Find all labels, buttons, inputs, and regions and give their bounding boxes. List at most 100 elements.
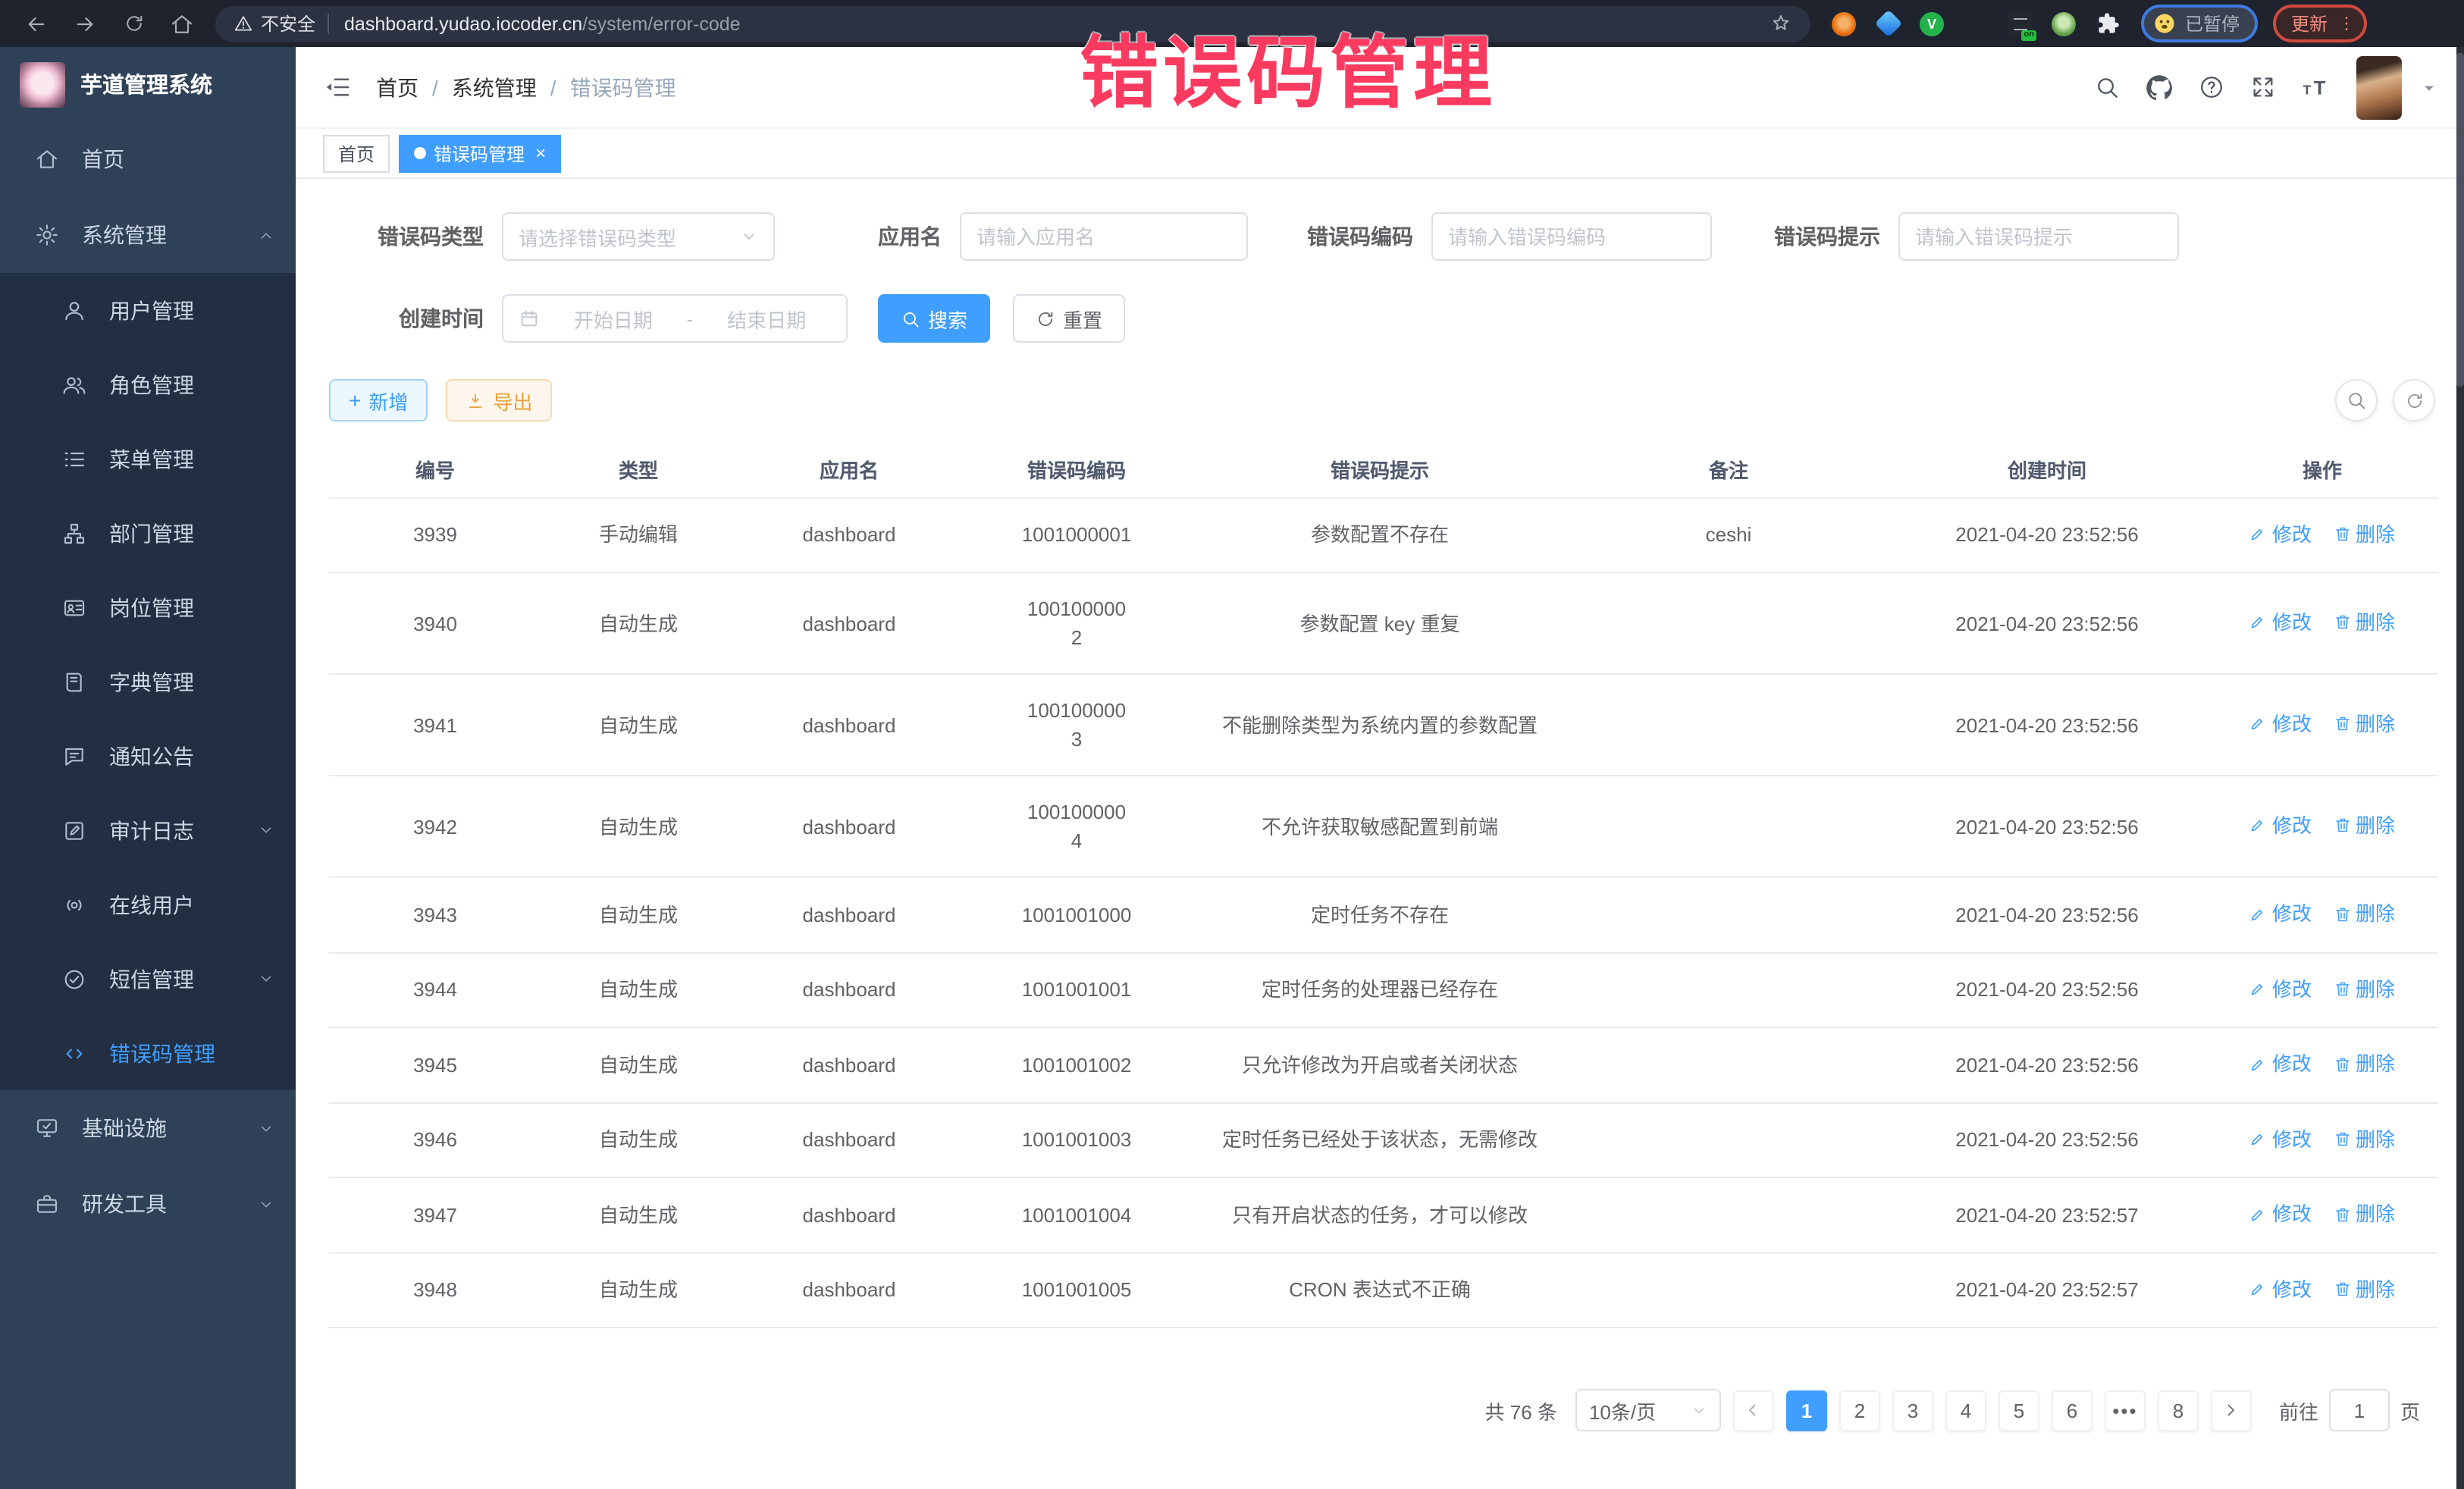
edit-link[interactable]: 修改 bbox=[2249, 608, 2312, 637]
edit-link[interactable]: 修改 bbox=[2249, 1049, 2312, 1078]
sidebar-item-infrastructure[interactable]: 基础设施 bbox=[0, 1090, 296, 1166]
github-icon[interactable] bbox=[2146, 74, 2173, 101]
bookmark-star-icon[interactable] bbox=[1770, 12, 1792, 35]
error-type-select[interactable]: 请选择错误码类型 bbox=[502, 212, 775, 261]
page-button-1[interactable]: 1 bbox=[1786, 1390, 1827, 1431]
extension-grid-icon[interactable] bbox=[1964, 11, 1988, 36]
table-row: 3942自动生成dashboard100100000 4不允许获取敏感配置到前端… bbox=[329, 776, 2438, 877]
sidebar-item-dept-management[interactable]: 部门管理 bbox=[0, 496, 296, 570]
tag-error-code-management[interactable]: 错误码管理× bbox=[399, 134, 561, 172]
sidebar-item-error-code-management[interactable]: 错误码管理 bbox=[0, 1016, 296, 1090]
date-range-picker[interactable]: 开始日期 - 结束日期 bbox=[502, 294, 848, 343]
edit-link[interactable]: 修改 bbox=[2249, 974, 2312, 1003]
export-button[interactable]: 导出 bbox=[446, 379, 552, 422]
extension-gem-icon[interactable] bbox=[1876, 11, 1900, 36]
user-avatar[interactable] bbox=[2356, 55, 2402, 119]
delete-link[interactable]: 删除 bbox=[2333, 1049, 2395, 1078]
forward-icon bbox=[73, 11, 97, 36]
next-page-button[interactable] bbox=[2211, 1390, 2252, 1431]
sidebar-item-post-management[interactable]: 岗位管理 bbox=[0, 570, 296, 644]
extension-onoff-icon[interactable]: on bbox=[2008, 11, 2032, 36]
app-name-input[interactable] bbox=[960, 212, 1248, 261]
browser-forward-icon[interactable] bbox=[67, 5, 103, 42]
toggle-search-button[interactable] bbox=[2335, 379, 2378, 422]
delete-link[interactable]: 删除 bbox=[2333, 1199, 2395, 1228]
extension-green-v-icon[interactable]: V bbox=[1920, 11, 1944, 36]
prev-page-button[interactable] bbox=[1733, 1390, 1774, 1431]
sidebar-item-dev-tools[interactable]: 研发工具 bbox=[0, 1166, 296, 1242]
update-label: 更新 bbox=[2291, 11, 2328, 36]
search-button[interactable]: 搜索 bbox=[878, 294, 990, 343]
header-search-icon[interactable] bbox=[2094, 74, 2120, 100]
page-button-2[interactable]: 2 bbox=[1839, 1390, 1880, 1431]
user-menu-caret-icon[interactable] bbox=[2419, 77, 2440, 98]
cell-actions: 修改删除 bbox=[2206, 1177, 2438, 1252]
edit-link[interactable]: 修改 bbox=[2249, 1124, 2312, 1153]
delete-link[interactable]: 删除 bbox=[2333, 899, 2395, 928]
browser-reload-icon[interactable] bbox=[115, 5, 152, 42]
delete-link[interactable]: 删除 bbox=[2333, 974, 2395, 1003]
page-button-6[interactable]: 6 bbox=[2052, 1390, 2093, 1431]
page-scrollbar[interactable] bbox=[2456, 47, 2464, 1489]
delete-link[interactable]: 删除 bbox=[2333, 1274, 2395, 1303]
page-button-4[interactable]: 4 bbox=[1945, 1390, 1986, 1431]
edit-link[interactable]: 修改 bbox=[2249, 1199, 2312, 1228]
help-icon[interactable] bbox=[2199, 74, 2224, 100]
profile-paused-pill[interactable]: 已暂停 bbox=[2141, 5, 2258, 42]
error-code-input[interactable] bbox=[1431, 212, 1712, 261]
sidebar-item-role-management[interactable]: 角色管理 bbox=[0, 347, 296, 422]
page-button-3[interactable]: 3 bbox=[1892, 1390, 1933, 1431]
fullscreen-icon[interactable] bbox=[2250, 74, 2276, 100]
edit-link[interactable]: 修改 bbox=[2249, 899, 2312, 928]
search-icon bbox=[2346, 390, 2367, 411]
main-area: 首页/系统管理/错误码管理 TT 首页错误码管理× 错误码类型 bbox=[296, 47, 2464, 1489]
question-circle-icon bbox=[2199, 74, 2224, 100]
sidebar-item-user-management[interactable]: 用户管理 bbox=[0, 273, 296, 347]
sidebar-item-sms-management[interactable]: 短信管理 bbox=[0, 942, 296, 1016]
refresh-table-button[interactable] bbox=[2393, 379, 2435, 422]
scrollbar-thumb[interactable] bbox=[2456, 53, 2464, 387]
error-hint-input[interactable] bbox=[1898, 212, 2179, 261]
delete-link[interactable]: 删除 bbox=[2333, 710, 2395, 738]
browser-home-icon[interactable] bbox=[164, 5, 200, 42]
extension-monkey-icon[interactable] bbox=[2052, 11, 2076, 36]
edit-link[interactable]: 修改 bbox=[2249, 1274, 2312, 1303]
delete-link[interactable]: 删除 bbox=[2333, 811, 2395, 840]
delete-link[interactable]: 删除 bbox=[2333, 519, 2395, 548]
edit-link[interactable]: 修改 bbox=[2249, 710, 2312, 738]
page-ellipsis-button[interactable]: ••• bbox=[2105, 1390, 2146, 1431]
add-button[interactable]: + 新增 bbox=[329, 379, 428, 422]
breadcrumb-item[interactable]: 系统管理 bbox=[452, 72, 537, 102]
browser-back-icon[interactable] bbox=[18, 5, 55, 42]
close-tag-icon[interactable]: × bbox=[535, 144, 546, 162]
reset-button[interactable]: 重置 bbox=[1013, 294, 1125, 343]
breadcrumb-item[interactable]: 首页 bbox=[376, 72, 419, 102]
edit-label: 修改 bbox=[2272, 1049, 2312, 1078]
address-bar[interactable]: 不安全 dashboard.yudao.iocoder.cn/system/er… bbox=[215, 5, 1810, 42]
sidebar-item-home[interactable]: 首页 bbox=[0, 121, 296, 197]
sidebar-item-menu-management[interactable]: 菜单管理 bbox=[0, 422, 296, 496]
font-size-icon[interactable]: TT bbox=[2302, 73, 2331, 102]
edit-link[interactable]: 修改 bbox=[2249, 519, 2312, 548]
sidebar-item-system-management[interactable]: 系统管理 bbox=[0, 197, 296, 273]
page-button-8[interactable]: 8 bbox=[2158, 1390, 2199, 1431]
page-button-5[interactable]: 5 bbox=[1998, 1390, 2039, 1431]
cell-actions: 修改删除 bbox=[2206, 1252, 2438, 1328]
sidebar-item-online-users[interactable]: 在线用户 bbox=[0, 867, 296, 942]
delete-link[interactable]: 删除 bbox=[2333, 1124, 2395, 1153]
chrome-update-button[interactable]: 更新 ⋮ bbox=[2273, 5, 2367, 42]
delete-link[interactable]: 删除 bbox=[2333, 608, 2395, 637]
edit-link[interactable]: 修改 bbox=[2249, 811, 2312, 840]
extension-orange-icon[interactable] bbox=[1832, 11, 1856, 36]
sidebar-item-dict-management[interactable]: 字典管理 bbox=[0, 644, 296, 719]
sidebar-collapse-button[interactable] bbox=[323, 73, 352, 102]
export-button-label: 导出 bbox=[493, 386, 532, 415]
chevron-right-icon bbox=[2222, 1401, 2240, 1419]
sidebar-item-audit-log[interactable]: 审计日志 bbox=[0, 793, 296, 867]
extensions-puzzle-icon[interactable] bbox=[2096, 11, 2120, 36]
goto-page-input[interactable] bbox=[2329, 1389, 2390, 1431]
page-size-select[interactable]: 10条/页 bbox=[1575, 1389, 1721, 1431]
sidebar-item-notice-announcement[interactable]: 通知公告 bbox=[0, 719, 296, 793]
browser-menu-dots-icon[interactable]: ⋮ bbox=[2338, 16, 2355, 31]
tag-home[interactable]: 首页 bbox=[323, 134, 390, 172]
